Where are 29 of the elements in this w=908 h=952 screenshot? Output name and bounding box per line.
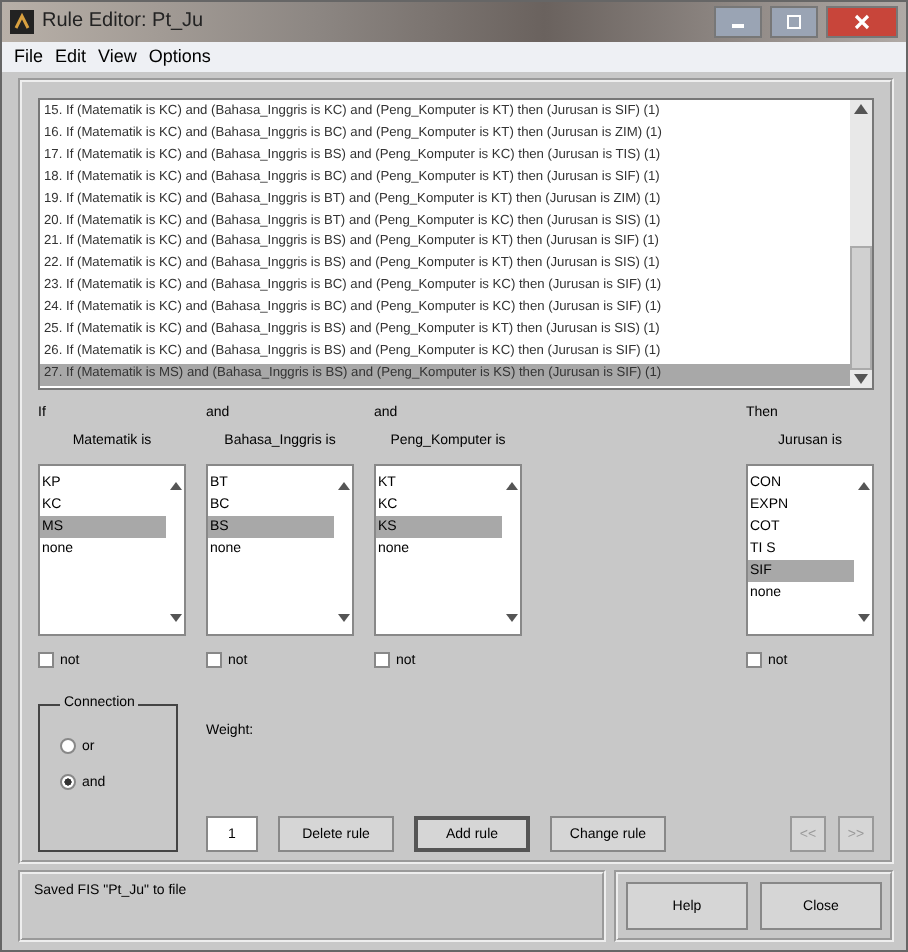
rule-list[interactable] [38,98,874,390]
radio-button[interactable] [60,738,76,754]
maximize-icon [786,13,802,30]
window-title: Rule Editor: Pt_Ju [42,10,204,33]
scroll-down-icon [337,614,349,622]
scroll-down-icon [505,614,517,622]
menu-item[interactable]: Options [148,46,211,67]
scroll-up-icon [505,482,517,490]
scroll-thumb[interactable] [850,246,872,370]
minimize-button[interactable] [714,5,762,38]
maximize-button[interactable] [770,5,818,38]
scroll-up-icon [857,482,869,490]
app-icon [10,9,34,34]
menu-item[interactable]: File [14,46,44,67]
scroll-up-icon [169,482,181,490]
scroll-up-icon [337,482,349,490]
close-button[interactable] [826,5,898,38]
scroll-down-icon [169,614,181,622]
radio-button[interactable] [60,774,76,790]
checkbox[interactable] [374,652,390,668]
scroll-down-icon [854,374,868,384]
menu-item[interactable]: Edit [55,46,87,67]
checkbox[interactable] [206,652,222,668]
scroll-up-icon [854,104,868,114]
checkbox[interactable] [746,652,762,668]
scroll-down-icon [857,614,869,622]
close-icon [854,13,870,30]
checkbox[interactable] [38,652,54,668]
menu-item[interactable]: View [98,46,137,67]
